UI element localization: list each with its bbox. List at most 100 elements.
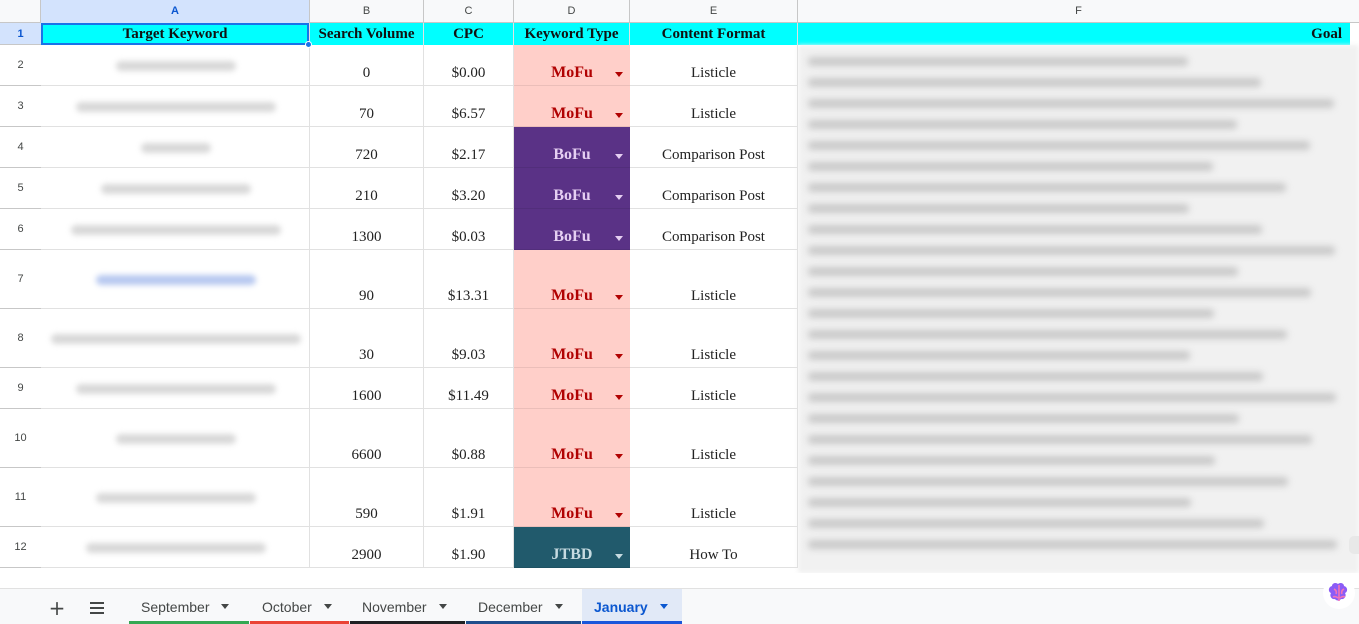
row-header-8[interactable]: 8 [0,309,41,368]
row-header-6[interactable]: 6 [0,209,41,250]
dropdown-arrow-icon[interactable] [615,113,623,118]
cpc-cell[interactable]: $1.90 [424,527,514,568]
dropdown-arrow-icon[interactable] [615,236,623,241]
content-format-cell[interactable]: Comparison Post [630,168,798,209]
cpc-cell[interactable]: $6.57 [424,86,514,127]
dropdown-arrow-icon[interactable] [615,395,623,400]
cpc-cell[interactable]: $3.20 [424,168,514,209]
keyword-cell[interactable] [41,209,310,250]
content-format-cell[interactable]: Listicle [630,45,798,86]
header-search-volume[interactable]: Search Volume [310,23,424,45]
keyword-type-dropdown[interactable]: MoFu [514,250,630,309]
row-header-12[interactable]: 12 [0,527,41,568]
sheet-tab-january[interactable]: January [582,589,682,624]
sheet-tab-december[interactable]: December [466,589,581,624]
dropdown-arrow-icon[interactable] [615,454,623,459]
content-format-cell[interactable]: How To [630,527,798,568]
dropdown-arrow-icon[interactable] [615,154,623,159]
keyword-type-dropdown[interactable]: MoFu [514,468,630,527]
sheet-tab-november[interactable]: November [350,589,465,624]
column-header-f[interactable]: F [798,0,1359,23]
search-volume-cell[interactable]: 70 [310,86,424,127]
content-format-cell[interactable]: Listicle [630,250,798,309]
search-volume-cell[interactable]: 6600 [310,409,424,468]
keyword-type-dropdown[interactable]: MoFu [514,86,630,127]
keyword-cell[interactable] [41,527,310,568]
header-target-keyword[interactable]: Target Keyword [41,23,310,45]
dropdown-arrow-icon[interactable] [615,295,623,300]
row-header-11[interactable]: 11 [0,468,41,527]
row-header-4[interactable]: 4 [0,127,41,168]
search-volume-cell[interactable]: 30 [310,309,424,368]
dropdown-arrow-icon[interactable] [615,513,623,518]
sheet-tab-september[interactable]: September [129,589,249,624]
search-volume-cell[interactable]: 210 [310,168,424,209]
content-format-cell[interactable]: Listicle [630,409,798,468]
keyword-cell[interactable] [41,468,310,527]
cpc-cell[interactable]: $0.03 [424,209,514,250]
keyword-cell[interactable] [41,45,310,86]
fill-handle[interactable] [305,41,312,48]
cpc-cell[interactable]: $13.31 [424,250,514,309]
cpc-cell[interactable]: $0.88 [424,409,514,468]
keyword-type-dropdown[interactable]: BoFu [514,127,630,168]
dropdown-arrow-icon[interactable] [615,195,623,200]
header-keyword-type[interactable]: Keyword Type [514,23,630,45]
column-header-d[interactable]: D [514,0,630,23]
column-header-b[interactable]: B [310,0,424,23]
content-format-cell[interactable]: Listicle [630,309,798,368]
keyword-cell[interactable] [41,127,310,168]
row-header-9[interactable]: 9 [0,368,41,409]
row-header-2[interactable]: 2 [0,45,41,86]
row-header-3[interactable]: 3 [0,86,41,127]
row-header-5[interactable]: 5 [0,168,41,209]
keyword-type-dropdown[interactable]: JTBD [514,527,630,568]
keyword-type-dropdown[interactable]: MoFu [514,309,630,368]
column-header-a[interactable]: A [41,0,310,23]
keyword-cell[interactable] [41,409,310,468]
cpc-cell[interactable]: $9.03 [424,309,514,368]
search-volume-cell[interactable]: 590 [310,468,424,527]
search-volume-cell[interactable]: 1600 [310,368,424,409]
search-volume-cell[interactable]: 2900 [310,527,424,568]
keyword-cell[interactable] [41,368,310,409]
dropdown-arrow-icon[interactable] [615,72,623,77]
keyword-cell[interactable] [41,168,310,209]
keyword-type-dropdown[interactable]: BoFu [514,168,630,209]
row-header-1[interactable]: 1 [0,23,41,45]
side-panel-toggle[interactable] [1349,536,1359,554]
header-goal[interactable]: Goal [798,23,1350,45]
chevron-down-icon[interactable] [323,604,332,609]
content-format-cell[interactable]: Listicle [630,468,798,527]
keyword-cell[interactable] [41,309,310,368]
search-volume-cell[interactable]: 1300 [310,209,424,250]
search-volume-cell[interactable]: 90 [310,250,424,309]
keyword-type-dropdown[interactable]: MoFu [514,409,630,468]
header-cpc[interactable]: CPC [424,23,514,45]
row-header-7[interactable]: 7 [0,250,41,309]
chevron-down-icon[interactable] [659,604,668,609]
chevron-down-icon[interactable] [438,604,447,609]
keyword-cell[interactable] [41,86,310,127]
column-header-e[interactable]: E [630,0,798,23]
keyword-type-dropdown[interactable]: BoFu [514,209,630,250]
dropdown-arrow-icon[interactable] [615,354,623,359]
cpc-cell[interactable]: $0.00 [424,45,514,86]
column-header-c[interactable]: C [424,0,514,23]
content-format-cell[interactable]: Comparison Post [630,209,798,250]
content-format-cell[interactable]: Listicle [630,86,798,127]
cpc-cell[interactable]: $1.91 [424,468,514,527]
keyword-type-dropdown[interactable]: MoFu [514,368,630,409]
sheet-tab-october[interactable]: October [250,589,349,624]
brain-icon[interactable] [1319,576,1359,610]
content-format-cell[interactable]: Listicle [630,368,798,409]
header-content-format[interactable]: Content Format [630,23,798,45]
all-sheets-button[interactable] [86,597,108,619]
sheet-grid[interactable]: Target Keyword Search Volume CPC Keyword… [41,23,1359,573]
row-header-10[interactable]: 10 [0,409,41,468]
cpc-cell[interactable]: $2.17 [424,127,514,168]
search-volume-cell[interactable]: 720 [310,127,424,168]
dropdown-arrow-icon[interactable] [615,554,623,559]
keyword-type-dropdown[interactable]: MoFu [514,45,630,86]
add-sheet-button[interactable]: + [46,596,68,620]
